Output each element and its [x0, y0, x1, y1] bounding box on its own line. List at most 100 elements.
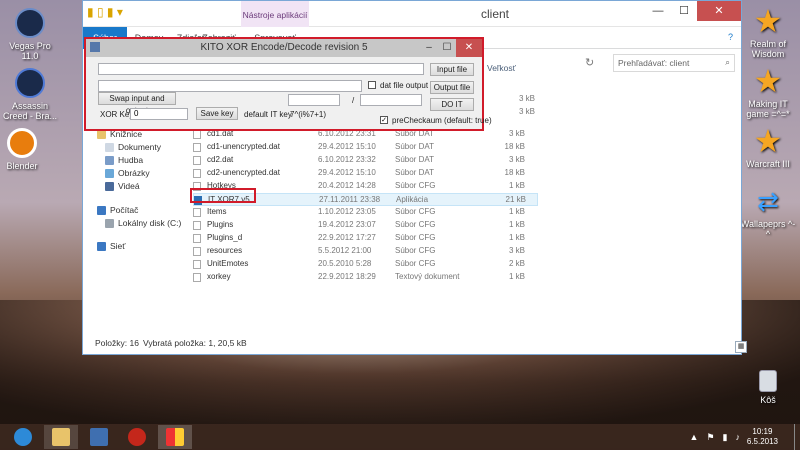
documents-icon [105, 142, 114, 152]
help-icon[interactable]: ? [728, 32, 733, 42]
slash-label: / [352, 96, 355, 105]
file-row[interactable]: Items 1.10.2012 23:05 Súbor CFG 1 kB [193, 206, 538, 219]
key-preview-field-2 [360, 94, 422, 106]
star-icon: ★ [753, 3, 783, 39]
clock-date: 6.5.2013 [746, 437, 778, 446]
system-tray: ▲ ⚑ ▮ ♪ 10:19 6.5.2013 [660, 424, 800, 450]
file-row[interactable]: cd1-unencrypted.dat 29.4.2012 15:10 Súbor … [193, 141, 538, 154]
cfg-file-icon [193, 234, 201, 243]
nav-computer[interactable]: Počítač [97, 205, 138, 215]
desktop-icon-assassin[interactable]: Assassin Creed - Bra... [2, 68, 58, 121]
dat-file-icon [193, 156, 201, 165]
maximize-button[interactable]: ☐ [438, 39, 456, 57]
dat-output-label: dat file output [380, 81, 429, 90]
tools-tab[interactable]: Nástroje aplikácií [241, 1, 309, 27]
tray-up-arrow-icon[interactable]: ▲ [690, 432, 699, 443]
quick-access-toolbar[interactable]: ▮ ▯ ▮ ▾ [87, 5, 123, 19]
vegas-icon [15, 8, 45, 38]
desktop-icon-label: Making IT game =^=* [746, 99, 790, 119]
do-it-button[interactable]: DO IT [430, 98, 474, 111]
cfg-file-icon [193, 260, 201, 269]
window-title: client [481, 7, 510, 21]
file-row[interactable]: xorkey 22.9.2012 18:29 Textový dokument 1 k… [193, 271, 538, 284]
highlight-box [190, 188, 256, 203]
dat-file-icon [193, 130, 201, 139]
minimize-button[interactable]: — [645, 1, 671, 21]
input-file-field[interactable] [98, 63, 424, 75]
show-desktop-button[interactable] [794, 424, 800, 450]
pictures-icon [105, 168, 114, 178]
swap-button[interactable]: Swap input and output [98, 92, 176, 115]
desktop-icon-wallpapers[interactable]: ⇄ Wallapeprs ^-^ [740, 186, 796, 239]
desktop-icon-realm[interactable]: ★ Realm of Wisdom [740, 3, 796, 59]
taskbar-shutdown[interactable] [120, 425, 154, 449]
desktop-icon-label: Wallapeprs ^-^ [740, 219, 796, 239]
status-bar: Položky: 16 Vybratá položka: 1, 20,5 kB … [83, 334, 747, 354]
search-input[interactable]: Prehľadávať: client ⌕ [613, 54, 735, 72]
xor-key-label: XOR Key [100, 110, 134, 119]
folder-icon [52, 428, 70, 446]
nav-pictures[interactable]: Obrázky [105, 168, 150, 178]
file-row[interactable]: UnitEmotes 20.5.2010 5:28 Súbor CFG 2 kB [193, 258, 538, 271]
navigation-pane: Knižnice Dokumenty Hudba Obrázky Videá P… [83, 111, 183, 331]
dat-output-checkbox[interactable] [368, 81, 376, 89]
file-size: 3 kB [518, 94, 535, 103]
refresh-arrows-icon: ⇄ [757, 186, 779, 216]
volume-icon[interactable]: ♪ [736, 432, 741, 443]
file-row[interactable]: Plugins 19.4.2012 23:07 Súbor CFG 1 kB [193, 219, 538, 232]
search-icon: ⌕ [725, 57, 730, 67]
refresh-icon[interactable]: ↻ [585, 56, 594, 69]
desktop-icon-making-it[interactable]: ★ Making IT game =^=* [740, 63, 796, 119]
output-file-button[interactable]: Output file [430, 81, 474, 94]
taskbar: ▲ ⚑ ▮ ♪ 10:19 6.5.2013 [0, 424, 800, 450]
nav-music[interactable]: Hudba [105, 155, 143, 165]
minimize-button[interactable]: – [420, 39, 438, 57]
assassin-icon [15, 68, 45, 98]
flag-icon[interactable]: ⚑ [706, 432, 714, 443]
output-file-field[interactable] [98, 80, 362, 92]
desktop-icon-label: Assassin Creed - Bra... [2, 101, 58, 121]
desktop-icon-recycle-bin[interactable]: Kôš [740, 370, 796, 405]
kito-titlebar: KITO XOR Encode/Decode revision 5 – ☐ ✕ [86, 39, 482, 57]
input-file-button[interactable]: Input file [430, 63, 474, 76]
internet-explorer-icon [14, 428, 32, 446]
desktop-icon-blender[interactable]: Blender [0, 128, 50, 171]
nav-network[interactable]: Sieť [97, 241, 125, 251]
cfg-file-icon [193, 221, 201, 230]
taskbar-kito[interactable] [158, 425, 192, 449]
xor-key-input[interactable]: 0 [130, 108, 188, 120]
precheck-checkbox[interactable]: ✓ [380, 116, 388, 124]
computer-icon [97, 205, 106, 215]
status-selection: Vybratá položka: 1, 20,5 kB [143, 338, 247, 348]
close-button[interactable]: ✕ [697, 1, 741, 21]
column-size[interactable]: Veľkosť [487, 63, 516, 73]
file-row[interactable]: cd2-unencrypted.dat 29.4.2012 15:10 Súbor … [193, 167, 538, 180]
star-icon: ★ [753, 63, 783, 99]
desktop-icon-warcraft[interactable]: ★ Warcraft III [740, 125, 796, 169]
file-row[interactable]: Plugins_d 22.9.2012 17:27 Súbor CFG 1 kB [193, 232, 538, 245]
taskbar-ie[interactable] [6, 425, 40, 449]
default-it-key-value: 7^(i%7+1) [290, 110, 326, 119]
recycle-bin-icon [759, 370, 777, 392]
power-icon [128, 428, 146, 446]
tiles-view-icon[interactable]: ▦ [735, 341, 747, 353]
key-preview-field [288, 94, 340, 106]
file-row[interactable]: resources 5.5.2012 21:00 Súbor CFG 3 kB [193, 245, 538, 258]
explorer-titlebar: ▮ ▯ ▮ ▾ Nástroje aplikácií client — ☐ ✕ [83, 1, 741, 27]
videos-icon [105, 181, 114, 191]
save-key-button[interactable]: Save key [196, 107, 238, 120]
taskbar-explorer[interactable] [44, 425, 78, 449]
clock[interactable]: 10:19 6.5.2013 [747, 427, 778, 447]
maximize-button[interactable]: ☐ [671, 1, 697, 21]
cfg-file-icon [193, 247, 201, 256]
nav-local-disk[interactable]: Lokálny disk (C:) [105, 218, 181, 228]
network-tray-icon[interactable]: ▮ [723, 432, 728, 443]
kito-dialog: KITO XOR Encode/Decode revision 5 – ☐ ✕ … [84, 37, 492, 131]
close-button[interactable]: ✕ [456, 39, 482, 57]
nav-documents[interactable]: Dokumenty [105, 142, 161, 152]
taskbar-control-panel[interactable] [82, 425, 116, 449]
nav-videos[interactable]: Videá [105, 181, 140, 191]
desktop-icon-label: Realm of Wisdom [749, 39, 786, 59]
desktop-icon-vegas[interactable]: Vegas Pro 11.0 [2, 8, 58, 61]
file-row[interactable]: cd2.dat 6.10.2012 23:32 Súbor DAT 3 kB [193, 154, 538, 167]
